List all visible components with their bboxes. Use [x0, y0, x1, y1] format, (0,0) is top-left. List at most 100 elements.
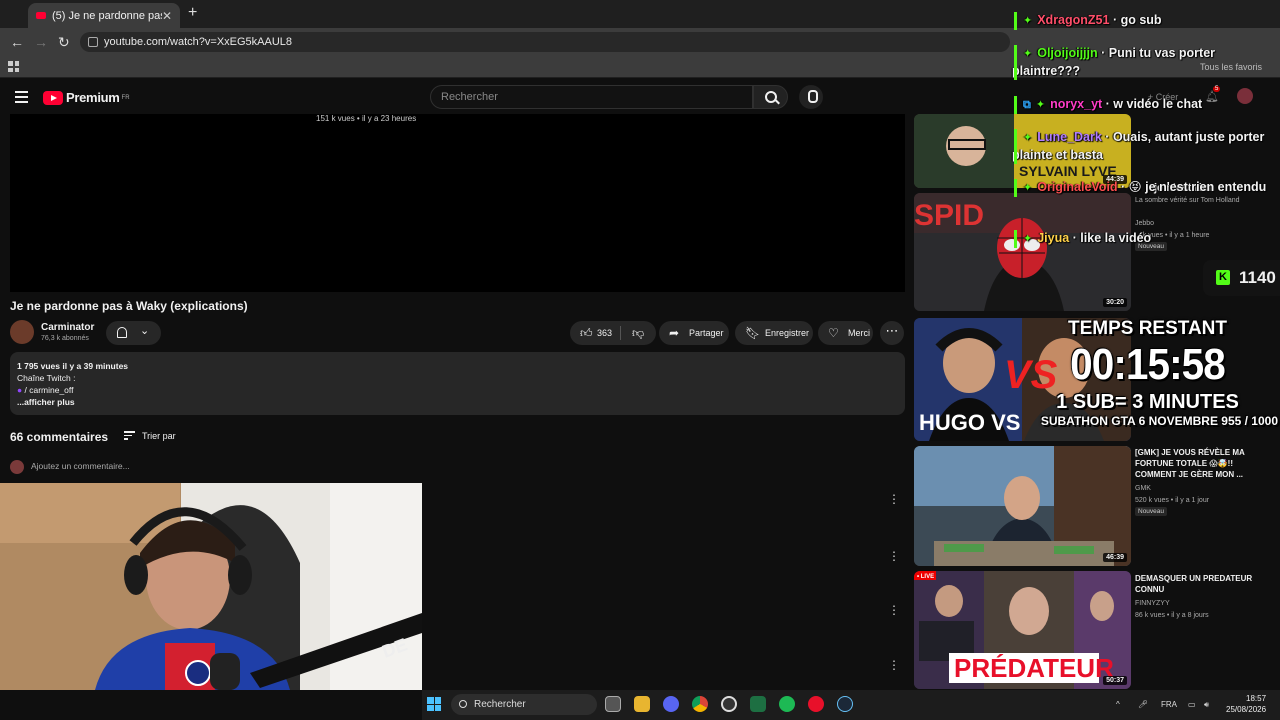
close-tab-icon[interactable]: ✕	[162, 9, 172, 23]
rec-views: 86 k vues • il y a 8 jours	[1135, 612, 1209, 619]
description-line: Chaîne Twitch :	[17, 373, 76, 383]
webcam-overlay: DE	[0, 483, 422, 690]
discord-icon[interactable]	[663, 696, 679, 712]
taskbar-clock[interactable]: 18:57 25/08/2026	[1226, 693, 1266, 715]
chat-message: ✦ XdragonZ51 · go sub	[1012, 12, 1272, 30]
chat-accent	[1014, 179, 1017, 197]
user-avatar	[10, 460, 24, 474]
chat-text: like la vidéo	[1080, 231, 1152, 245]
chat-message: ✦ Jiyua · like la vidéo	[1012, 230, 1272, 248]
heart-dollar-icon: ♡	[828, 326, 839, 340]
youtube-play-icon	[43, 90, 63, 105]
forward-arrow-icon[interactable]: →	[34, 34, 48, 50]
sort-comments-button[interactable]: Trier par	[124, 431, 176, 442]
save-button[interactable]: 🔖︎ Enregistrer	[735, 321, 813, 345]
share-button[interactable]: ➦ Partager	[659, 321, 729, 345]
site-info-icon[interactable]	[88, 37, 98, 47]
new-badge: Nouveau	[1135, 507, 1168, 516]
logo-text: Premium	[66, 90, 120, 105]
kick-count: 1140	[1239, 268, 1276, 287]
channel-name[interactable]: Carminator	[41, 322, 94, 333]
rec-title[interactable]: [GMK] JE VOUS RÉVÈLE MA FORTUNE TOTALE 😱…	[1135, 447, 1265, 480]
network-icon[interactable]: ▭	[1188, 700, 1196, 709]
hamburger-menu-icon[interactable]	[15, 91, 28, 106]
spotify-icon[interactable]	[779, 696, 795, 712]
thanks-label: Merci	[848, 328, 870, 338]
thumbs-up-icon[interactable]: 👍︎	[580, 321, 593, 345]
video-thumbnail[interactable]: SPID 30:20	[914, 193, 1131, 311]
badge-icon: ✦	[1023, 48, 1033, 60]
share-arrow-icon: ➦	[669, 326, 680, 340]
comment-menu-icon[interactable]: ⋮	[888, 492, 900, 506]
chat-user: Oljoijoijjjn	[1037, 46, 1098, 60]
url-field[interactable]: youtube.com/watch?v=XxEG5kAAUL8	[80, 32, 1010, 52]
steam-icon[interactable]	[837, 696, 853, 712]
volume-icon[interactable]: 🔊︎	[1204, 700, 1209, 710]
comment-menu-icon[interactable]: ⋮	[888, 658, 900, 672]
tray-chevron-icon[interactable]: ^	[1116, 700, 1120, 709]
reload-icon[interactable]: ↻	[58, 34, 70, 51]
subscription-bell-button[interactable]: ⌄	[106, 321, 161, 345]
timer-label: TEMPS RESTANT	[1067, 318, 1228, 339]
more-actions-icon[interactable]: ⋯	[880, 321, 904, 345]
back-arrow-icon[interactable]: ←	[10, 34, 24, 50]
search-icon	[459, 700, 467, 708]
video-player[interactable]: 151 k vues • il y a 23 heures	[10, 114, 905, 292]
apps-grid-icon[interactable]	[8, 61, 19, 72]
microphone-icon[interactable]: 🎤︎	[1138, 700, 1148, 709]
subscriber-count: 76,3 k abonnés	[41, 335, 89, 342]
chat-accent	[1014, 96, 1017, 114]
description-box[interactable]: 1 795 vues il y a 39 minutes Chaîne Twit…	[10, 352, 905, 415]
task-view-icon[interactable]	[605, 696, 621, 712]
youtube-premium-logo[interactable]: Premium FR	[43, 90, 130, 105]
description-stats: 1 795 vues il y a 39 minutes	[17, 361, 129, 371]
svg-text:PRÉDATEUR: PRÉDATEUR	[954, 653, 1114, 683]
chat-message: ⧉ ✦ noryx_yt · w vidéo le chat	[1012, 96, 1272, 114]
thumbs-down-icon[interactable]: 👎︎	[632, 321, 644, 345]
obs-icon[interactable]	[721, 696, 737, 712]
thanks-button[interactable]: ♡ Merci	[818, 321, 873, 345]
app-icon[interactable]	[808, 696, 824, 712]
like-dislike-group[interactable]: 👍︎ 363 👎︎	[570, 321, 656, 345]
chrome-icon[interactable]	[692, 696, 708, 712]
taskbar-search[interactable]: Rechercher	[451, 694, 597, 715]
video-duration: 50:37	[1103, 676, 1127, 685]
excel-icon[interactable]	[750, 696, 766, 712]
tab-title: (5) Je ne pardonne pas à Waky	[52, 9, 162, 22]
comment-menu-icon[interactable]: ⋮	[888, 603, 900, 617]
sort-icon	[124, 431, 135, 442]
timer-rule: 1 SUB= 3 MINUTES	[1056, 391, 1239, 413]
comment-menu-icon[interactable]: ⋮	[888, 549, 900, 563]
kick-logo-icon: K	[1216, 270, 1230, 285]
save-label: Enregistrer	[765, 328, 810, 338]
comments-count: 66 commentaires	[10, 430, 109, 444]
search-input[interactable]: Rechercher	[430, 85, 753, 109]
chat-user: Jiyua	[1037, 231, 1070, 245]
file-explorer-icon[interactable]	[634, 696, 650, 712]
browser-tab[interactable]: (5) Je ne pardonne pas à Waky ✕	[28, 3, 180, 28]
channel-avatar[interactable]	[10, 320, 34, 344]
video-title: Je ne pardonne pas à Waky (explications)	[10, 299, 248, 313]
badge-icon: ✦	[1035, 99, 1046, 111]
rec-channel: FINNYZYY	[1135, 600, 1170, 607]
badge-icon: ✦	[1023, 182, 1033, 194]
rec-title[interactable]: DEMASQUER UN PREDATEUR CONNU	[1135, 573, 1265, 595]
video-thumbnail[interactable]: 46:39	[914, 446, 1131, 566]
new-tab-icon[interactable]: +	[188, 4, 197, 22]
kick-viewer-counter: K 1140	[1203, 260, 1280, 296]
video-duration: 46:39	[1103, 553, 1127, 562]
thumbnail-image	[914, 446, 1131, 566]
show-more-link[interactable]: ...afficher plus	[17, 396, 898, 408]
language-indicator[interactable]: FRA	[1161, 700, 1177, 709]
divider	[620, 326, 621, 340]
twitch-icon: ●	[17, 385, 25, 395]
video-thumbnail[interactable]: • LIVE PRÉDATEUR 50:37	[914, 571, 1131, 689]
twitch-link[interactable]: ● / carmine_off	[17, 384, 898, 396]
add-comment-input[interactable]: Ajoutez un commentaire...	[31, 461, 130, 471]
search-button[interactable]	[753, 85, 788, 109]
chat-accent	[1014, 230, 1017, 248]
voice-search-icon[interactable]	[799, 85, 823, 109]
rec-views: 520 k vues • il y a 1 jour	[1135, 497, 1210, 504]
windows-start-icon[interactable]	[427, 697, 441, 711]
share-label: Partager	[689, 328, 724, 338]
